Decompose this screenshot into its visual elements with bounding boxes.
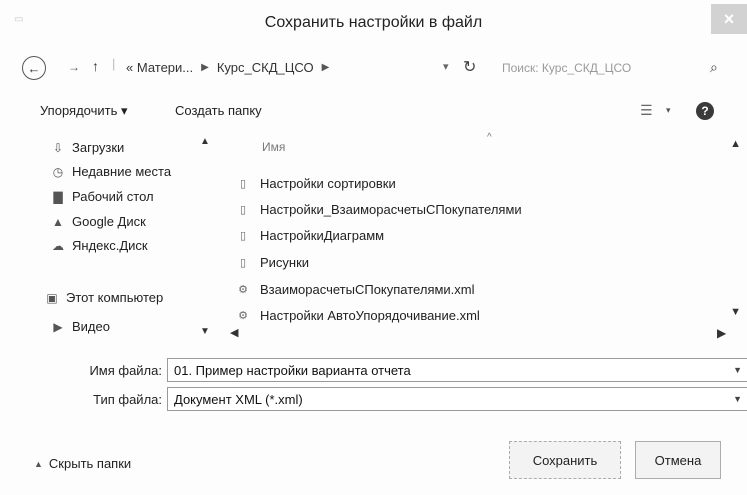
refresh-icon[interactable]: ↻ [463,57,476,77]
nav-item-desktop[interactable]: ▇ Рабочий стол [50,189,154,204]
nav-item-video[interactable]: ▶ Видео [50,319,110,334]
up-arrow-icon[interactable]: ↑ [92,58,99,74]
file-name: Рисунки [260,255,310,270]
list-item[interactable]: ▯ НастройкиДиаграмм [236,228,384,243]
list-item[interactable]: ▯ Настройки_ВзаиморасчетыСПокупателями [236,202,522,217]
file-list: Имя ^ ▲ ▯ Настройки сортировки ▯ Настрой… [222,132,747,344]
nav-item-label: Загрузки [72,140,125,155]
nav-item-google-drive[interactable]: ▲ Google Диск [50,214,146,229]
desktop-icon: ▇ [53,189,63,204]
separator: | [112,56,116,71]
save-settings-dialog: ▭ Сохранить настройки в файл × ← → ↑ | «… [0,0,747,495]
hide-folders-label: Скрыть папки [48,456,132,471]
filetype-label: Тип файла: [93,392,162,407]
window-title: Сохранить настройки в файл [264,14,483,31]
xml-file-icon: ⚙ [238,310,248,322]
chevron-up-icon: ▲ [34,458,43,469]
recent-places-icon: ◷ [52,164,64,179]
downloads-icon: ⇩ [52,140,64,155]
list-item[interactable]: ▯ Настройки сортировки [236,176,396,191]
video-icon: ▶ [53,319,63,334]
toolbar: Упорядочить ▾ Создать папку ☰ ▾ ? [0,100,747,124]
scroll-left-icon[interactable]: ◀ [230,326,238,339]
column-header-name[interactable]: Имя [262,140,285,154]
help-icon[interactable]: ? [696,102,714,120]
nav-item-downloads[interactable]: ⇩ Загрузки [50,140,124,155]
scroll-up-icon[interactable]: ▲ [200,136,210,147]
chevron-down-icon[interactable]: ▾ [666,105,671,116]
nav-item-this-computer[interactable]: ▣ Этот компьютер [44,290,163,305]
nav-item-label: Яндекс.Диск [72,238,148,253]
scroll-down-icon[interactable]: ▼ [200,326,210,337]
list-item[interactable]: ⚙ Настройки АвтоУпорядочивание.xml [236,308,480,323]
file-name: Настройки сортировки [260,176,396,191]
breadcrumb-item[interactable]: Курс_СКД_ЦСО [217,60,314,75]
back-arrow-icon[interactable]: ← [22,56,46,80]
title-bar: ▭ Сохранить настройки в файл × [0,0,747,44]
address-dropdown-icon[interactable]: ▾ [443,60,449,73]
folder-icon: ▯ [239,230,247,242]
computer-icon: ▣ [46,290,58,305]
nav-item-label: Рабочий стол [72,189,154,204]
nav-item-label: Видео [72,319,110,334]
yandex-disk-icon: ☁ [52,238,64,253]
hide-folders-button[interactable]: ▲ Скрыть папки [34,456,131,471]
google-drive-icon: ▲ [52,214,64,229]
view-options-icon[interactable]: ☰ [640,102,653,119]
scroll-right-icon[interactable]: ▶ [717,326,726,340]
folder-icon: ▯ [239,204,247,216]
close-button[interactable]: × [711,4,747,34]
file-name: ВзаиморасчетыСПокупателями.xml [260,282,475,297]
filename-field[interactable]: 01. Пример настройки варианта отчета ▼ [167,358,747,382]
filetype-value[interactable]: Документ XML (*.xml) [174,392,303,407]
sort-ascending-icon: ^ [487,132,492,143]
breadcrumb-item[interactable]: « Матери... [126,60,193,75]
file-name: НастройкиДиаграмм [260,228,385,243]
chevron-down-icon[interactable]: ▼ [733,394,742,404]
search-icon[interactable]: ⌕ [710,59,718,76]
breadcrumb[interactable]: « Матери... ▶ Курс_СКД_ЦСО ▶ [126,60,329,75]
search-input[interactable]: Поиск: Курс_СКД_ЦСО [502,58,682,80]
scroll-down-icon[interactable]: ▼ [730,306,741,318]
forward-arrow-icon[interactable]: → [68,60,80,74]
new-folder-button[interactable]: Создать папку [175,103,262,118]
nav-item-label: Недавние места [72,164,172,179]
scroll-up-icon[interactable]: ▲ [730,138,741,150]
chevron-right-icon[interactable]: ▶ [201,62,209,73]
organize-menu-button[interactable]: Упорядочить ▾ [40,103,128,119]
nav-item-recent-places[interactable]: ◷ Недавние места [50,164,171,179]
save-button[interactable]: Сохранить [509,441,621,479]
folder-icon: ▯ [239,257,247,269]
file-name: Настройки АвтоУпорядочивание.xml [260,308,480,323]
xml-file-icon: ⚙ [238,284,248,296]
nav-item-label: Этот компьютер [66,290,164,305]
navigation-pane: ▲ ⇩ Загрузки ◷ Недавние места ▇ Рабочий … [0,132,210,344]
nav-item-yandex-disk[interactable]: ☁ Яндекс.Диск [50,238,148,253]
cancel-button[interactable]: Отмена [635,441,721,479]
chevron-right-icon[interactable]: ▶ [322,62,330,73]
filename-value[interactable]: 01. Пример настройки варианта отчета [174,363,411,378]
chevron-down-icon[interactable]: ▼ [733,365,742,375]
filename-label: Имя файла: [89,363,162,378]
file-name: Настройки_ВзаиморасчетыСПокупателями [260,202,522,217]
filetype-select[interactable]: Документ XML (*.xml) ▼ [167,387,747,411]
address-row: ← → ↑ | « Матери... ▶ Курс_СКД_ЦСО ▶ ▾ ↻… [0,52,747,86]
folder-icon: ▯ [239,178,247,190]
list-item[interactable]: ▯ Рисунки [236,255,309,270]
list-item[interactable]: ⚙ ВзаиморасчетыСПокупателями.xml [236,282,475,297]
nav-item-label: Google Диск [72,214,146,229]
